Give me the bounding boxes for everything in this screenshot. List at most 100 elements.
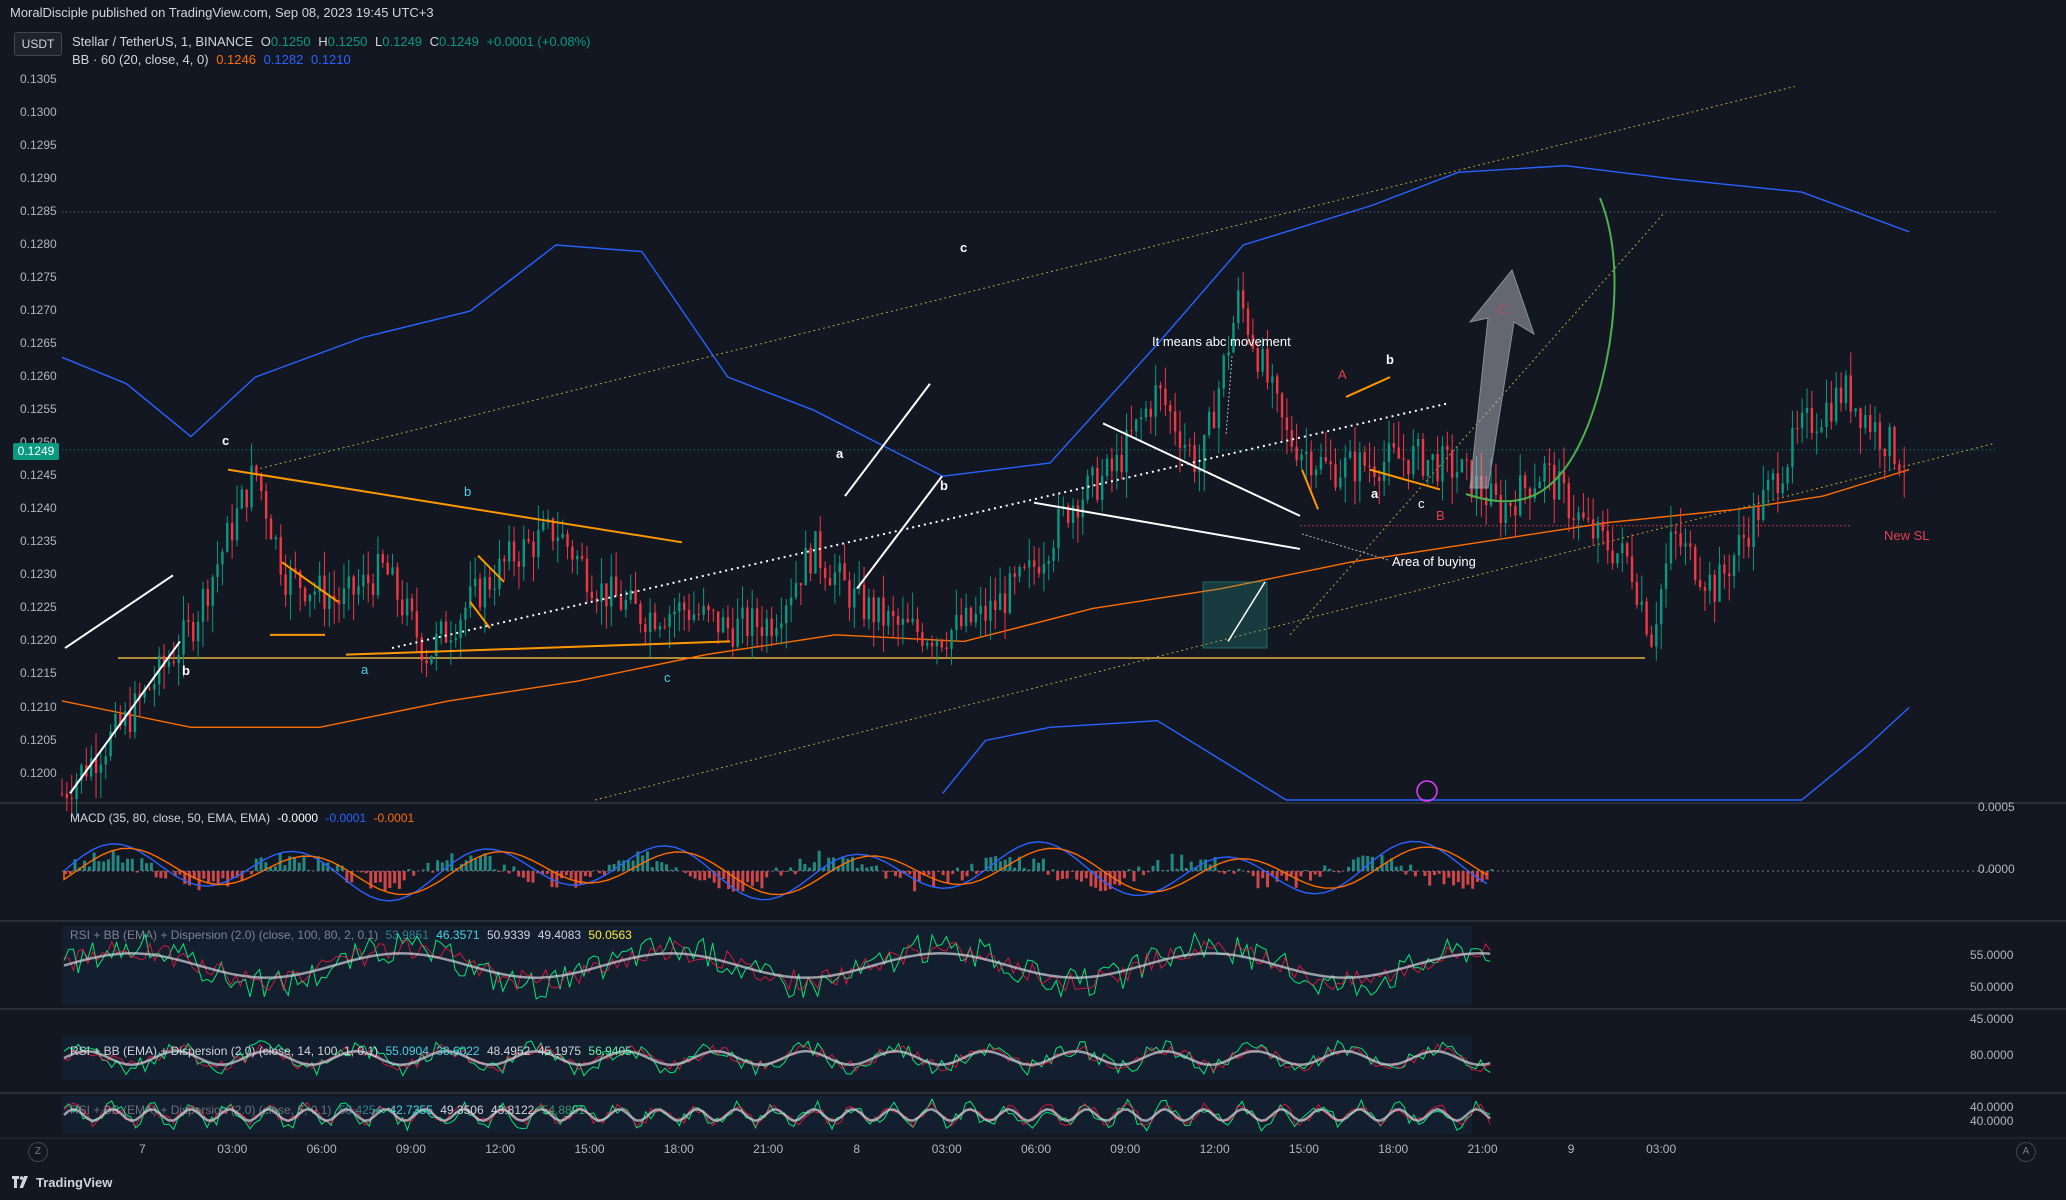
symbol-name[interactable]: Stellar / TetherUS, 1, BINANCE: [72, 34, 253, 49]
macd-histogram-bar: [808, 868, 811, 871]
candle-body: [425, 660, 427, 663]
candle-body: [566, 534, 568, 547]
candle-body: [1028, 560, 1030, 567]
candle-body: [804, 548, 806, 585]
rsi3-legend: RSI + BB (EMA) + Dispersion (2.0) (close…: [70, 1103, 589, 1117]
candle-body: [304, 588, 306, 601]
candle-body: [1383, 462, 1385, 481]
macd-histogram-bar: [961, 871, 964, 880]
macd-histogram-bar: [651, 867, 654, 871]
macd-histogram-bar: [1290, 871, 1293, 875]
candle-body: [1495, 483, 1497, 495]
rsi2-label[interactable]: RSI + BB (EMA) + Dispersion (2.0) (close…: [70, 1044, 378, 1058]
candle-body: [1009, 573, 1011, 613]
candle-body: [941, 640, 943, 647]
candle-body: [357, 586, 359, 594]
candle-body: [644, 624, 646, 632]
macd-histogram-bar: [1061, 871, 1064, 879]
macd-histogram-bar: [942, 871, 945, 875]
macd-histogram-bar: [1395, 867, 1398, 871]
candle-body: [639, 604, 641, 624]
macd-histogram-bar: [741, 871, 744, 891]
rsi1-label[interactable]: RSI + BB (EMA) + Dispersion (2.0) (close…: [70, 928, 378, 942]
candle-body: [474, 579, 476, 587]
macd-histogram-bar: [1042, 859, 1045, 871]
candle-body: [678, 602, 680, 611]
macd-histogram-bar: [1156, 860, 1159, 871]
lightning-icon: [1417, 781, 1437, 801]
macd-histogram-bar: [140, 858, 143, 871]
candle-body: [1378, 477, 1380, 481]
rsi3-label[interactable]: RSI + BB (EMA) + Dispersion (2.0) (close…: [70, 1103, 331, 1117]
footer-bar: TradingView: [0, 1166, 2066, 1199]
candle-body: [168, 662, 170, 667]
rsi3-v4: 43.8122: [491, 1103, 534, 1117]
price-tick-label: 0.1295: [20, 138, 57, 152]
candle-body: [440, 622, 442, 634]
macd-scale-zero: 0.0000: [1978, 862, 2015, 876]
macd-histogram-bar: [1381, 855, 1384, 871]
candle-body: [712, 610, 714, 611]
candle-body: [605, 583, 607, 606]
candle-body: [1514, 506, 1516, 516]
candle-body: [1616, 553, 1618, 563]
candle-body: [1694, 547, 1696, 580]
bb-legend: BB · 60 (20, close, 4, 0) 0.1246 0.1282 …: [72, 52, 355, 67]
price-tick-label: 0.1215: [20, 666, 57, 680]
macd-histogram-bar: [870, 866, 873, 871]
macd-histogram-bar: [88, 867, 91, 871]
candle-body: [1218, 388, 1220, 428]
macd-histogram-bar: [627, 860, 630, 871]
candle-body: [756, 608, 758, 627]
macd-scale-top: 0.0005: [1978, 800, 2015, 814]
tradingview-brand[interactable]: TradingView: [36, 1175, 112, 1190]
ohlc-o-label: O: [261, 34, 271, 49]
bb-label[interactable]: BB · 60 (20, close, 4, 0): [72, 52, 209, 67]
macd-histogram-bar: [427, 863, 430, 871]
time-tick-label: 7: [139, 1142, 146, 1156]
candle-body: [231, 523, 233, 540]
macd-histogram-bar: [527, 871, 530, 882]
macd-histogram-bar: [503, 865, 506, 871]
rsi2-band-bg: [62, 1036, 1472, 1080]
macd-histogram-bar: [436, 860, 439, 871]
candle-body: [1237, 290, 1239, 323]
candle-body: [537, 530, 539, 557]
price-tick-label: 0.1300: [20, 105, 57, 119]
candle-body: [1116, 455, 1118, 471]
candle-body: [654, 612, 656, 629]
candle-body: [1203, 435, 1205, 469]
candle-body: [1777, 473, 1779, 493]
candle-body: [1091, 468, 1093, 476]
candle-body: [1096, 468, 1098, 500]
macd-histogram-bar: [751, 871, 754, 886]
candle-body: [1432, 454, 1434, 460]
candle-body: [649, 612, 651, 632]
candle-body: [1631, 557, 1633, 583]
candle-body: [1441, 446, 1443, 481]
macd-histogram-bar: [1428, 871, 1431, 886]
chart-canvas[interactable]: [0, 0, 2066, 1199]
zoom-reset-icon[interactable]: Z: [28, 1142, 48, 1162]
time-tick-label: 18:00: [1378, 1142, 1408, 1156]
candle-body: [464, 608, 466, 620]
candle-body: [916, 619, 918, 632]
macd-label[interactable]: MACD (35, 80, close, 50, EMA, EMA): [70, 811, 270, 825]
annotation-area-of-buying: Area of buying: [1392, 554, 1476, 569]
rsi3-v1: 58.4254: [339, 1103, 382, 1117]
candle-body: [707, 606, 709, 610]
macd-histogram-bar: [531, 871, 534, 883]
macd-histogram-bar: [1075, 871, 1078, 880]
macd-histogram-bar: [1309, 871, 1312, 881]
currency-badge[interactable]: USDT: [14, 32, 62, 56]
candle-body: [790, 597, 792, 605]
wedge-lower-line: [1034, 503, 1300, 549]
candle-body: [1645, 601, 1647, 634]
ohlc-h-label: H: [318, 34, 327, 49]
auto-scale-icon[interactable]: A: [2016, 1142, 2036, 1162]
candle-body: [1043, 564, 1045, 574]
candle-body: [698, 614, 700, 615]
candle-body: [1572, 518, 1574, 520]
macd-histogram-bar: [684, 871, 687, 873]
macd-histogram-bar: [946, 871, 949, 883]
